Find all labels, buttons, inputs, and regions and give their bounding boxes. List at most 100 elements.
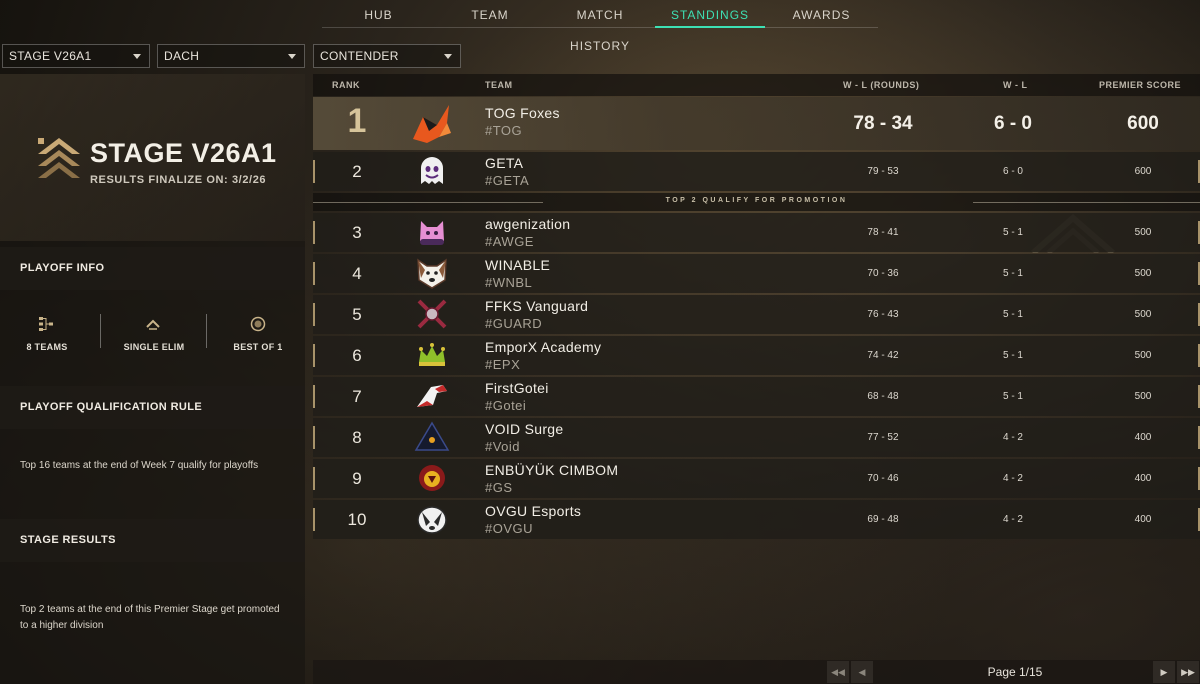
- wl-rounds: 68 - 48: [867, 391, 899, 402]
- team-rank: 2: [352, 162, 362, 181]
- table-row[interactable]: 9 ENBÜYÜK CIMBOM #GS 70 - 46 4 - 2 400: [313, 459, 1200, 498]
- playoff-format: SINGLE ELIM: [123, 342, 185, 352]
- team-tag: #GS: [485, 480, 513, 495]
- row-accent: [313, 160, 315, 183]
- tab-team[interactable]: TEAM: [435, 0, 545, 28]
- premier-score: 400: [1134, 432, 1152, 443]
- tab-hub[interactable]: HUB: [322, 0, 435, 28]
- tab-standings[interactable]: STANDINGS: [655, 0, 765, 28]
- playoff-info-header: PLAYOFF INFO: [0, 247, 305, 290]
- first-page-button[interactable]: ◀◀: [827, 661, 849, 683]
- qualification-header: PLAYOFF QUALIFICATION RULE: [0, 386, 305, 429]
- tab-awards[interactable]: AWARDS: [765, 0, 878, 28]
- stage-results-text: Top 2 teams at the end of this Premier S…: [20, 604, 280, 631]
- wl-record: 4 - 2: [1002, 473, 1023, 484]
- next-page-button[interactable]: ▶: [1153, 661, 1175, 683]
- team-tag: #GUARD: [485, 316, 543, 331]
- chevron-down-icon: [288, 54, 296, 59]
- division-dropdown[interactable]: CONTENDER: [313, 44, 461, 68]
- lion-logo-icon: [419, 465, 445, 491]
- premier-score: 500: [1134, 309, 1152, 320]
- stage-dropdown-value: STAGE V26A1: [9, 49, 92, 63]
- wl-rounds: 79 - 53: [867, 166, 899, 177]
- region-dropdown[interactable]: DACH: [157, 44, 305, 68]
- row-accent: [313, 344, 315, 367]
- team-name: OVGU Esports: [485, 503, 582, 519]
- row-accent: [313, 221, 315, 244]
- col-rank: RANK: [332, 80, 360, 90]
- table-row[interactable]: 1 TOG Foxes #TOG 78 - 34 6 - 0 600: [313, 97, 1200, 253]
- badger-logo-icon: [417, 506, 447, 534]
- division-dropdown-value: CONTENDER: [320, 49, 399, 63]
- team-rank: 10: [347, 510, 367, 529]
- target-icon: [250, 316, 266, 332]
- wl-rounds: 74 - 42: [867, 350, 899, 361]
- table-row[interactable]: 2 GETA #GETA 79 - 53 6 - 0 600: [313, 152, 1200, 191]
- table-row[interactable]: 5 FFKS Vanguard #GUARD 76 - 43 5 - 1 500: [313, 295, 1200, 334]
- team-tag: #EPX: [485, 357, 521, 372]
- left-panel: STAGE V26A1 RESULTS FINALIZE ON: 3/2/26 …: [0, 74, 305, 684]
- qualification-text: Top 16 teams at the end of Week 7 qualif…: [20, 460, 259, 471]
- row-accent: [313, 467, 315, 490]
- stage-title: STAGE V26A1: [90, 138, 277, 168]
- team-name: VOID Surge: [485, 421, 564, 437]
- wl-rounds: 76 - 43: [867, 309, 899, 320]
- team-tag: #WNBL: [485, 275, 533, 290]
- qualification-heading: PLAYOFF QUALIFICATION RULE: [20, 401, 203, 413]
- team-rank: 3: [352, 223, 362, 242]
- tab-match-history[interactable]: MATCH HISTORY: [545, 0, 655, 53]
- team-rank: 4: [352, 264, 362, 283]
- playoff-info-heading: PLAYOFF INFO: [20, 262, 105, 274]
- wl-record: 5 - 1: [1002, 227, 1023, 238]
- wl-record: 5 - 1: [1002, 350, 1023, 361]
- chevron-up-icon: [146, 319, 160, 330]
- bird-logo-icon: [417, 385, 447, 407]
- team-tag: #GETA: [485, 173, 530, 188]
- wl-rounds: 77 - 52: [867, 432, 899, 443]
- stage-finalize-date: RESULTS FINALIZE ON: 3/2/26: [90, 174, 267, 186]
- premier-score: 500: [1134, 350, 1152, 361]
- stage-dropdown[interactable]: STAGE V26A1: [2, 44, 150, 68]
- premier-score: 600: [1134, 166, 1152, 177]
- team-name: WINABLE: [485, 257, 551, 273]
- team-rank: 6: [352, 346, 362, 365]
- team-tag: #TOG: [485, 123, 523, 138]
- premier-score: 400: [1134, 514, 1152, 525]
- fox-logo-icon: [413, 105, 451, 143]
- divider: [206, 314, 207, 348]
- table-header: RANK TEAM W - L (ROUNDS) W - L PREMIER S…: [313, 74, 1200, 96]
- team-name: GETA: [485, 155, 524, 171]
- chevron-down-icon: [444, 54, 452, 59]
- promotion-divider: TOP 2 QUALIFY FOR PROMOTION: [313, 193, 1200, 211]
- wl-record: 4 - 2: [1002, 432, 1023, 443]
- stage-results-header: STAGE RESULTS: [0, 519, 305, 562]
- team-name: FFKS Vanguard: [485, 298, 589, 314]
- table-row[interactable]: 6 EmporX Academy #EPX 74 - 42 5 - 1 500: [313, 336, 1200, 375]
- row-accent: [313, 426, 315, 449]
- last-page-button[interactable]: ▶▶: [1177, 661, 1199, 683]
- col-team: TEAM: [485, 80, 513, 90]
- table-row[interactable]: 10 OVGU Esports #OVGU 69 - 48 4 - 2 400: [313, 500, 1200, 539]
- crown-logo-icon: [419, 343, 445, 366]
- premier-score: 500: [1134, 227, 1152, 238]
- wl-record: 5 - 1: [1002, 391, 1023, 402]
- col-wl: W - L: [1003, 80, 1028, 90]
- wl-rounds: 78 - 41: [867, 227, 899, 238]
- wl-record: 6 - 0: [1002, 166, 1023, 177]
- wl-rounds: 78 - 34: [853, 113, 913, 134]
- table-row[interactable]: 4 WINABLE #WNBL 70 - 36 5 - 1 500: [313, 254, 1200, 293]
- top-nav: HUB TEAM MATCH HISTORY STANDINGS AWARDS: [322, 0, 878, 53]
- team-name: FirstGotei: [485, 380, 549, 396]
- team-rank: 5: [352, 305, 362, 324]
- premier-score: 500: [1134, 391, 1152, 402]
- wl-record: 4 - 2: [1002, 514, 1023, 525]
- team-tag: #OVGU: [485, 521, 534, 536]
- wl-record: 5 - 1: [1002, 309, 1023, 320]
- prev-page-button[interactable]: ◀: [851, 661, 873, 683]
- table-row[interactable]: 3 awgenization #AWGE 78 - 41 5 - 1 500: [313, 213, 1200, 252]
- table-row[interactable]: 7 FirstGotei #Gotei 68 - 48 5 - 1 500: [313, 377, 1200, 416]
- stage-chevrons-icon: [38, 138, 80, 178]
- team-name: ENBÜYÜK CIMBOM: [485, 462, 619, 478]
- table-row[interactable]: 8 VOID Surge #Void 77 - 52 4 - 2 400: [313, 418, 1200, 457]
- team-rank: 9: [352, 469, 362, 488]
